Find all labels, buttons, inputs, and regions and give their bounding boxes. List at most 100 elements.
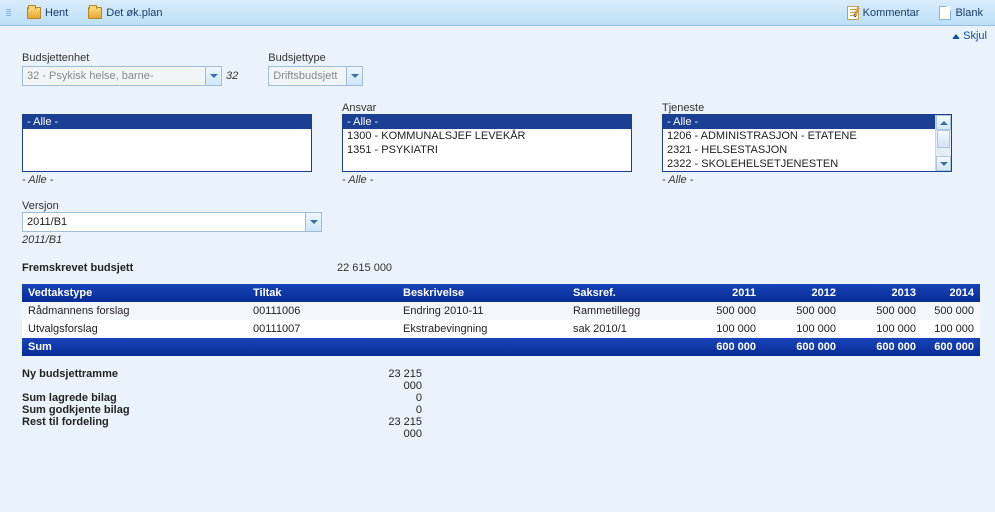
chevron-down-icon[interactable] [346,67,362,85]
sum-2012: 600 000 [762,338,842,356]
budsjettenhet-combo[interactable]: 32 - Psykisk helse, barne- [22,66,222,86]
scroll-down-icon[interactable] [936,156,951,171]
fremskrevet-label: Fremskrevet budsjett [22,262,337,274]
total-value: 23 215 000 [367,368,422,392]
kommentar-label: Kommentar [863,7,920,19]
cell-vedtakstype: Rådmannens forslag [22,302,247,320]
cell-saksref: sak 2010/1 [567,320,682,338]
chevron-up-icon [952,34,960,39]
budsjettype-field: Budsjettype Driftsbudsjett [268,52,363,86]
list-item[interactable]: 2321 - HELSESTASJON [663,143,935,157]
tjeneste-field: Tjeneste - Alle - 1206 - ADMINISTRASJON … [662,102,952,186]
ansvar-listbox[interactable]: - Alle - 1300 - KOMMUNALSJEF LEVEKÅR 135… [342,114,632,172]
total-label: Ny budsjettramme [22,368,367,392]
kommentar-button[interactable]: Kommentar [841,4,926,22]
list-item[interactable]: 1300 - KOMMUNALSJEF LEVEKÅR [343,129,631,143]
col-2014[interactable]: 2014 [922,284,980,302]
folder-open-icon [27,7,41,19]
budsjettenhet-label: Budsjettenhet [22,52,238,64]
blank-button[interactable]: Blank [933,4,989,22]
sum-row: Sum 600 000 600 000 600 000 600 000 [22,338,980,356]
grid-header-row: Vedtakstype Tiltak Beskrivelse Saksref. … [22,284,980,302]
list-item[interactable]: - Alle - [23,115,311,129]
versjon-combo[interactable]: 2011/B1 [22,212,322,232]
pencil-icon [853,6,860,16]
col-saksref[interactable]: Saksref. [567,284,682,302]
skjul-link[interactable]: Skjul [0,26,995,44]
col-vedtakstype[interactable]: Vedtakstype [22,284,247,302]
cell-2013: 500 000 [842,302,922,320]
total-lagrede: Sum lagrede bilag 0 [22,392,979,404]
budget-grid: Vedtakstype Tiltak Beskrivelse Saksref. … [22,284,980,356]
table-row[interactable]: Utvalgsforslag 00111007 Ekstrabevingning… [22,320,980,338]
fremskrevet-row: Fremskrevet budsjett 22 615 000 [22,262,979,274]
cell-saksref: Rammetillegg [567,302,682,320]
total-rest: Rest til fordeling 23 215 000 [22,416,979,440]
det-okplan-button[interactable]: Det øk.plan [82,5,168,21]
scroll-thumb[interactable] [937,130,950,148]
total-ny-ramme: Ny budsjettramme 23 215 000 [22,368,979,392]
list-item[interactable]: 1206 - ADMINISTRASJON - ETATENE [663,129,935,143]
list-item[interactable]: 2322 - SKOLEHELSETJENESTEN [663,157,935,171]
col-2012[interactable]: 2012 [762,284,842,302]
versjon-note: 2011/B1 [22,234,979,246]
page-blank-icon [939,6,951,20]
col-beskrivelse[interactable]: Beskrivelse [397,284,567,302]
column1-label [22,102,312,114]
cell-2011: 500 000 [682,302,762,320]
tjeneste-listbox[interactable]: - Alle - 1206 - ADMINISTRASJON - ETATENE… [662,114,952,172]
cell-2012: 100 000 [762,320,842,338]
budsjettype-value: Driftsbudsjett [269,67,346,85]
cell-2014: 500 000 [922,302,980,320]
versjon-value: 2011/B1 [23,213,305,231]
col-tiltak[interactable]: Tiltak [247,284,397,302]
budsjettype-combo[interactable]: Driftsbudsjett [268,66,363,86]
content-area: Budsjettenhet 32 - Psykisk helse, barne-… [0,44,995,448]
total-label: Sum godkjente bilag [22,404,367,416]
budsjettenhet-code: 32 [226,70,238,82]
column1-listbox[interactable]: - Alle - [22,114,312,172]
ansvar-field: Ansvar - Alle - 1300 - KOMMUNALSJEF LEVE… [342,102,632,186]
filter-row-2: - Alle - - Alle - Ansvar - Alle - 1300 -… [22,102,979,186]
budsjettenhet-field: Budsjettenhet 32 - Psykisk helse, barne-… [22,52,238,86]
totals-block: Ny budsjettramme 23 215 000 Sum lagrede … [22,368,979,440]
column1-field: - Alle - - Alle - [22,102,312,186]
sum-2011: 600 000 [682,338,762,356]
col-2011[interactable]: 2011 [682,284,762,302]
hent-label: Hent [45,7,68,19]
ansvar-note: - Alle - [342,174,632,186]
sum-2014: 600 000 [922,338,980,356]
cell-tiltak: 00111006 [247,302,397,320]
budsjettype-label: Budsjettype [268,52,363,64]
tjeneste-note: - Alle - [662,174,952,186]
versjon-label: Versjon [22,200,59,212]
total-value: 0 [367,404,422,416]
fremskrevet-value: 22 615 000 [337,262,392,274]
note-icon [847,6,859,20]
table-row[interactable]: Rådmannens forslag 00111006 Endring 2010… [22,302,980,320]
list-item[interactable]: - Alle - [663,115,935,129]
list-item[interactable]: - Alle - [343,115,631,129]
total-value: 0 [367,392,422,404]
sum-label: Sum [22,338,682,356]
scrollbar[interactable] [935,115,951,171]
chevron-down-icon[interactable] [305,213,321,231]
filter-row-1: Budsjettenhet 32 - Psykisk helse, barne-… [22,52,979,86]
list-item[interactable]: 1351 - PSYKIATRI [343,143,631,157]
cell-beskrivelse: Endring 2010-11 [397,302,567,320]
scroll-up-icon[interactable] [936,115,951,130]
toolbar-grip[interactable] [6,9,11,16]
blank-label: Blank [955,7,983,19]
col-2013[interactable]: 2013 [842,284,922,302]
tjeneste-label: Tjeneste [662,102,952,114]
det-okplan-label: Det øk.plan [106,7,162,19]
scroll-track[interactable] [936,130,951,156]
ansvar-label: Ansvar [342,102,632,114]
chevron-down-icon[interactable] [205,67,221,85]
cell-beskrivelse: Ekstrabevingning [397,320,567,338]
versjon-field: Versjon 2011/B1 2011/B1 [22,200,979,246]
cell-2013: 100 000 [842,320,922,338]
column1-note: - Alle - [22,174,312,186]
cell-2012: 500 000 [762,302,842,320]
hent-button[interactable]: Hent [21,5,74,21]
